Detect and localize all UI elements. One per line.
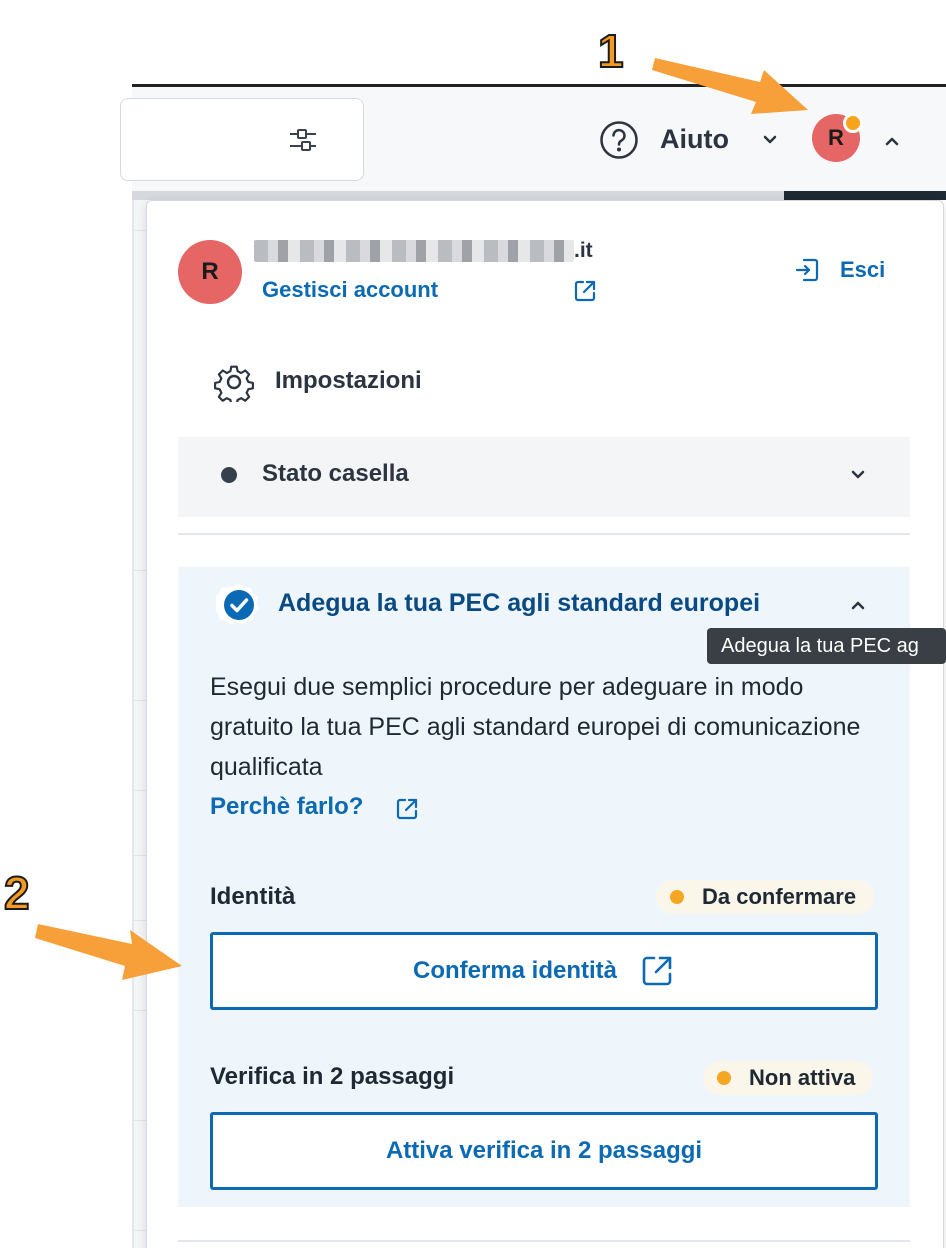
help-label[interactable]: Aiuto [660,124,729,155]
status-dot [717,1071,731,1085]
confirm-identity-label: Conferma identità [412,957,618,984]
activate-two-step-button[interactable]: Attiva verifica in 2 passaggi [210,1112,878,1190]
email-suffix: .it [574,239,593,262]
activate-two-step-label: Attiva verifica in 2 passaggi [385,1137,703,1164]
tooltip: Adegua la tua PEC ag [707,628,946,664]
status-dot [221,467,237,483]
gear-icon[interactable] [214,362,254,402]
email-redacted [254,240,574,262]
external-link-icon[interactable] [394,796,420,822]
why-link[interactable]: Perchè farlo? [210,793,363,821]
divider [178,1240,910,1242]
search-box[interactable] [120,98,364,181]
question-circle-icon[interactable] [599,120,639,160]
manage-account-link[interactable]: Gestisci account [262,277,438,303]
settings-menu-item[interactable]: Impostazioni [275,367,422,395]
check-badge-icon [216,584,259,625]
chevron-down-icon[interactable] [760,130,780,150]
sign-out-icon[interactable] [794,257,820,283]
two-step-label: Verifica in 2 passaggi [210,1063,455,1090]
external-link-icon [642,956,672,986]
mailbox-status-label[interactable]: Stato casella [262,460,409,488]
identity-label: Identità [210,883,296,910]
divider [178,533,910,535]
sliders-icon[interactable] [287,124,319,156]
external-link-icon[interactable] [572,278,598,304]
top-bar-border-active [784,191,946,200]
identity-status-badge: Da confermare [656,880,875,914]
annotation-step-1: 1 [597,24,625,78]
chevron-down-icon[interactable] [847,464,869,486]
account-avatar: R [178,240,242,304]
pec-description: Esegui due semplici procedure per adegua… [210,673,861,781]
chevron-up-icon[interactable] [881,130,903,152]
notification-dot [843,113,863,133]
logout-link[interactable]: Esci [840,257,885,283]
annotation-step-2: 2 [3,866,31,920]
account-email: .it [254,238,593,264]
confirm-identity-button[interactable]: Conferma identità [210,932,878,1010]
chevron-up-icon[interactable] [847,594,869,616]
status-dot [670,890,684,904]
pec-section-title[interactable]: Adegua la tua PEC agli standard europei [278,589,760,618]
two-step-status-badge: Non attiva [703,1061,874,1095]
identity-status-text: Da confermare [702,884,857,909]
two-step-status-text: Non attiva [749,1065,856,1090]
